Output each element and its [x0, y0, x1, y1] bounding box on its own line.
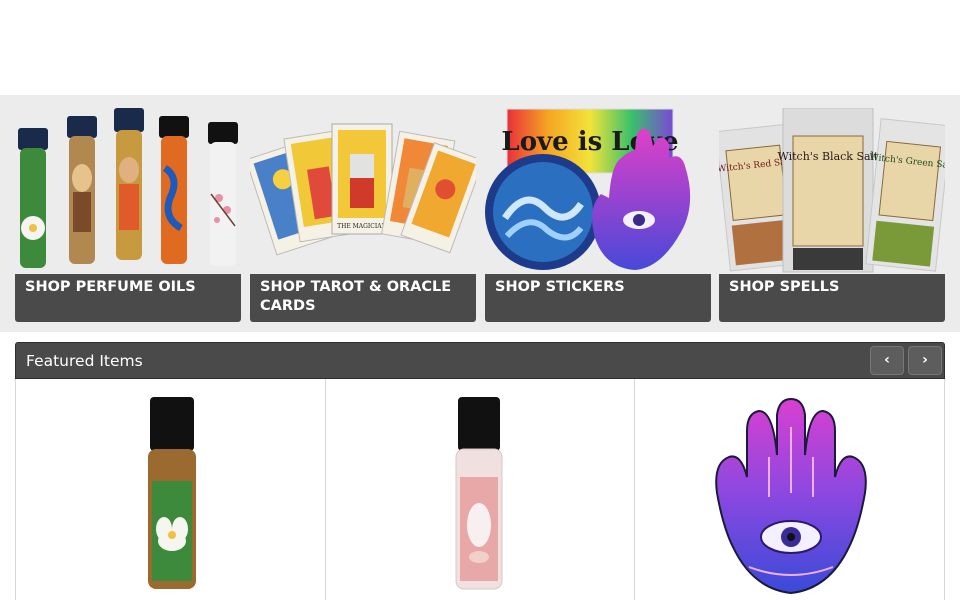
spell-label-black: Witch's Black Salt: [778, 150, 880, 163]
featured-items-section: Featured Items ‹ ›: [15, 342, 945, 600]
top-blank-area: [0, 0, 960, 95]
category-label-stickers[interactable]: SHOP STICKERS: [485, 274, 711, 322]
stickers-image: Love is Love: [485, 108, 691, 270]
carousel-next-button[interactable]: ›: [908, 346, 942, 375]
product-image-perfume-pink: [455, 397, 503, 590]
product-image-perfume-flower: [148, 397, 196, 589]
carousel-prev-button[interactable]: ‹: [870, 346, 904, 375]
category-tile-perfume-oils[interactable]: SHOP PERFUME OILS: [15, 108, 241, 322]
featured-product-card[interactable]: [16, 379, 326, 600]
category-label-perfume-oils[interactable]: SHOP PERFUME OILS: [15, 274, 241, 322]
category-tile-spells[interactable]: Witch's Red Salt Witch's Black Salt Witc…: [719, 108, 945, 322]
category-tile-stickers[interactable]: Love is Love SHOP STICKERS: [485, 108, 711, 322]
featured-items-carousel: [15, 379, 945, 600]
featured-product-card[interactable]: [326, 379, 635, 600]
category-label-spells[interactable]: SHOP SPELLS: [719, 274, 945, 322]
tarot-card-label: THE MAGICIAN: [337, 223, 387, 230]
spells-image: Witch's Red Salt Witch's Black Salt Witc…: [719, 108, 945, 273]
chevron-right-icon: ›: [922, 352, 928, 368]
category-label-tarot-cards[interactable]: SHOP TAROT & ORACLE CARDS: [250, 274, 476, 322]
product-image-hamsa-sticker: [715, 397, 867, 595]
tarot-cards-image: THE MAGICIAN: [250, 123, 476, 256]
chevron-left-icon: ‹: [884, 352, 890, 368]
category-tile-tarot-cards[interactable]: THE MAGICIAN SHOP TAROT & ORACLE CARDS: [250, 108, 476, 322]
featured-items-title: Featured Items: [26, 352, 143, 370]
featured-items-header: Featured Items ‹ ›: [15, 342, 945, 379]
perfume-oils-image: [18, 108, 238, 268]
featured-product-card[interactable]: [635, 379, 946, 600]
category-band: SHOP PERFUME OILS THE MAGICIAN SHOP TARO…: [0, 95, 960, 332]
